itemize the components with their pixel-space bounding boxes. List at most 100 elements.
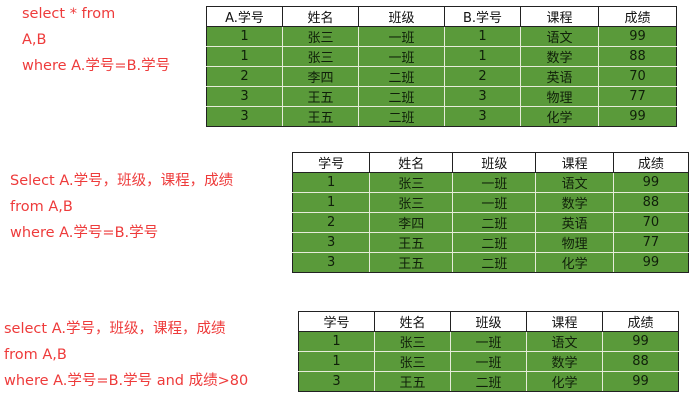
column-header: 班级 (358, 6, 445, 27)
table-cell: 二班 (452, 232, 537, 253)
result-table-2: 学号 姓名 班级 课程 成绩 1 张三 一班 语文 99 1 张三 一班 数学 … (291, 152, 689, 273)
table-header-row: 学号 姓名 班级 课程 成绩 (291, 152, 689, 173)
table-cell: 数学 (535, 192, 614, 213)
column-header: 学号 (291, 152, 371, 173)
table-cell: 张三 (369, 192, 454, 213)
table-cell: 99 (612, 252, 689, 273)
table-cell: 一班 (450, 351, 527, 372)
table-cell: 二班 (358, 86, 445, 107)
table-cell: 3 (291, 232, 371, 253)
table-cell: 二班 (452, 212, 537, 233)
table-cell: 1 (444, 26, 521, 47)
table-header-row: A.学号 姓名 班级 B.学号 课程 成绩 (206, 6, 677, 27)
table-cell: 物理 (520, 86, 599, 107)
table-cell: 张三 (282, 26, 359, 47)
table-cell: 王五 (282, 106, 359, 127)
table-row: 3 王五 二班 3 物理 77 (206, 86, 677, 107)
sql-query-3: select A.学号，班级，课程，成绩 from A,B where A.学号… (4, 316, 248, 394)
result-table-3: 学号 姓名 班级 课程 成绩 1 张三 一班 语文 99 1 张三 一班 数学 … (298, 311, 679, 392)
table-cell: 88 (612, 192, 689, 213)
slide: select * from A,B where A.学号=B.学号 A.学号 姓… (0, 0, 689, 401)
table-cell: 88 (602, 351, 679, 372)
result-table-1: A.学号 姓名 班级 B.学号 课程 成绩 1 张三 一班 1 语文 99 1 … (206, 6, 677, 127)
table-cell: 2 (206, 66, 283, 87)
table-cell: 3 (444, 106, 521, 127)
table-cell: 化学 (535, 252, 614, 273)
table-cell: 张三 (374, 331, 451, 352)
table-cell: 一班 (358, 46, 445, 67)
table-cell: 99 (602, 331, 679, 352)
table-row: 3 王五 二班 化学 99 (298, 371, 679, 392)
table-row: 1 张三 一班 语文 99 (291, 172, 689, 193)
table-cell: 1 (206, 26, 283, 47)
sql-line: A,B (22, 32, 47, 48)
column-header: 成绩 (612, 152, 689, 173)
column-header: A.学号 (206, 6, 283, 27)
table-cell: 二班 (450, 371, 527, 392)
table-cell: 99 (598, 26, 677, 47)
table-cell: 1 (298, 331, 375, 352)
table-cell: 张三 (374, 351, 451, 372)
table-cell: 王五 (369, 252, 454, 273)
table-row: 1 张三 一班 数学 88 (298, 351, 679, 372)
table-cell: 二班 (452, 252, 537, 273)
sql-query-2: Select A.学号，班级，课程，成绩 from A,B where A.学号… (10, 168, 233, 246)
column-header: 班级 (450, 311, 527, 332)
table-cell: 99 (598, 106, 677, 127)
table-cell: 物理 (535, 232, 614, 253)
column-header: 班级 (452, 152, 537, 173)
column-header: 课程 (526, 311, 603, 332)
column-header: B.学号 (444, 6, 521, 27)
table-cell: 英语 (535, 212, 614, 233)
table-cell: 2 (444, 66, 521, 87)
sql-line: select * from (22, 6, 116, 22)
table-cell: 1 (444, 46, 521, 67)
table-row: 3 王五 二班 3 化学 99 (206, 106, 677, 127)
table-cell: 英语 (520, 66, 599, 87)
table-cell: 1 (298, 351, 375, 372)
table-row: 1 张三 一班 1 数学 88 (206, 46, 677, 67)
column-header: 姓名 (374, 311, 451, 332)
table-cell: 3 (206, 106, 283, 127)
table-cell: 语文 (520, 26, 599, 47)
table-cell: 2 (291, 212, 371, 233)
table-cell: 70 (598, 66, 677, 87)
table-cell: 一班 (450, 331, 527, 352)
column-header: 姓名 (369, 152, 454, 173)
sql-line: where A.学号=B.学号 and 成绩>80 (4, 373, 249, 389)
table-row: 1 张三 一班 数学 88 (291, 192, 689, 213)
table-cell: 99 (612, 172, 689, 193)
column-header: 课程 (535, 152, 614, 173)
table-cell: 张三 (369, 172, 454, 193)
table-cell: 99 (602, 371, 679, 392)
table-row: 3 王五 二班 物理 77 (291, 232, 689, 253)
table-header-row: 学号 姓名 班级 课程 成绩 (298, 311, 679, 332)
table-cell: 一班 (358, 26, 445, 47)
table-cell: 张三 (282, 46, 359, 67)
table-cell: 王五 (282, 86, 359, 107)
sql-line: where A.学号=B.学号 (22, 58, 171, 74)
table-cell: 王五 (369, 232, 454, 253)
table-cell: 李四 (282, 66, 359, 87)
table-cell: 李四 (369, 212, 454, 233)
column-header: 姓名 (282, 6, 359, 27)
table-cell: 数学 (526, 351, 603, 372)
table-cell: 化学 (520, 106, 599, 127)
table-cell: 1 (206, 46, 283, 67)
sql-line: from A,B (10, 199, 73, 215)
table-cell: 1 (291, 172, 371, 193)
table-cell: 77 (598, 86, 677, 107)
sql-query-1: select * from A,B where A.学号=B.学号 (22, 1, 170, 79)
table-cell: 3 (444, 86, 521, 107)
table-row: 3 王五 二班 化学 99 (291, 252, 689, 273)
table-cell: 3 (206, 86, 283, 107)
column-header: 学号 (298, 311, 375, 332)
table-row: 1 张三 一班 1 语文 99 (206, 26, 677, 47)
table-cell: 二班 (358, 66, 445, 87)
table-cell: 3 (298, 371, 375, 392)
column-header: 成绩 (598, 6, 677, 27)
table-cell: 88 (598, 46, 677, 67)
table-cell: 语文 (526, 331, 603, 352)
table-cell: 二班 (358, 106, 445, 127)
table-cell: 化学 (526, 371, 603, 392)
